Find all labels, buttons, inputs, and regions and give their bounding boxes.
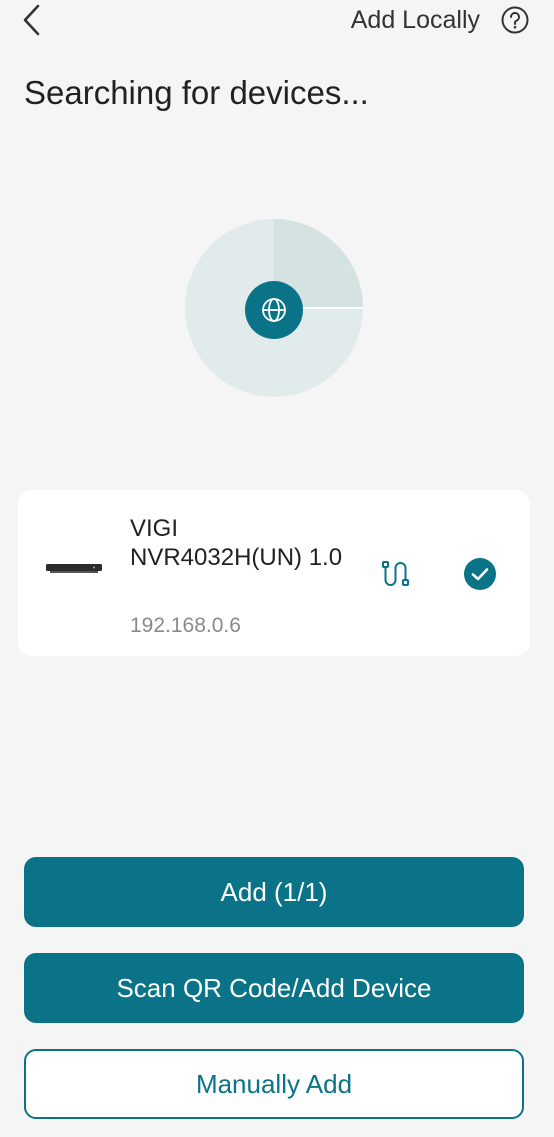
question-circle-icon <box>501 6 529 34</box>
device-ip: 192.168.0.6 <box>130 614 241 637</box>
radar-scanner <box>184 218 364 398</box>
wired-cable-icon <box>382 561 409 586</box>
header-bar: Add Locally <box>0 0 554 44</box>
app-screen: Add Locally Searching for devices... VIG… <box>0 0 554 1137</box>
back-button[interactable] <box>14 2 50 38</box>
nvr-device-icon <box>46 564 102 573</box>
manually-add-button[interactable]: Manually Add <box>24 1049 524 1119</box>
page-title: Searching for devices... <box>24 74 369 111</box>
device-list-item[interactable]: VIGI NVR4032H(UN) 1.0 192.168.0.6 <box>18 490 530 656</box>
add-button[interactable]: Add (1/1) <box>24 857 524 927</box>
scan-qr-button[interactable]: Scan QR Code/Add Device <box>24 953 524 1023</box>
help-button[interactable] <box>500 5 530 35</box>
chevron-left-icon <box>23 4 40 36</box>
check-circle-icon[interactable] <box>464 558 496 590</box>
device-name: VIGI NVR4032H(UN) 1.0 <box>130 515 343 571</box>
header-title: Add Locally <box>350 6 480 34</box>
